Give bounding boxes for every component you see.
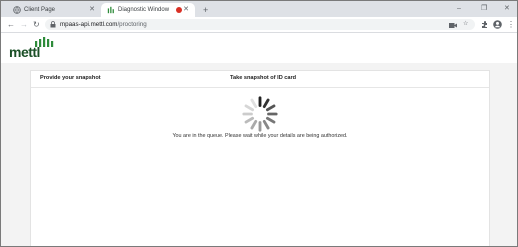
- mettl-logo: mettl: [9, 37, 54, 60]
- browser-window: Client Page ✕ Diagnostic Window ✕ + – ❐ …: [0, 0, 518, 247]
- tab-close-icon[interactable]: ✕: [89, 3, 95, 17]
- site-header: mettl: [1, 33, 517, 63]
- queue-status-message: You are in the queue. Please wait while …: [172, 133, 348, 139]
- new-tab-button[interactable]: +: [203, 3, 208, 17]
- reload-button[interactable]: ↻: [33, 17, 40, 32]
- logo-bars-icon: [35, 37, 54, 47]
- extensions-icon[interactable]: [481, 21, 488, 28]
- lock-icon: [50, 21, 56, 28]
- globe-icon: [13, 6, 21, 14]
- id-card-snapshot-heading: Take snapshot of ID card: [230, 75, 297, 81]
- url-text: mpaas-api.mettl.com/proctoring: [60, 19, 147, 30]
- tab-strip: Client Page ✕ Diagnostic Window ✕ + – ❐ …: [1, 1, 517, 17]
- camera-icon[interactable]: [449, 21, 457, 30]
- tab-title: Diagnostic Window: [118, 7, 170, 13]
- url-path: /proctoring: [117, 21, 147, 28]
- snapshot-card: Provide your snapshot Take snapshot of I…: [30, 70, 490, 246]
- profile-icon[interactable]: [493, 20, 502, 29]
- forward-button[interactable]: →: [20, 17, 28, 32]
- tab-diagnostic-window[interactable]: Diagnostic Window ✕: [101, 3, 195, 17]
- minimize-button[interactable]: –: [457, 1, 461, 17]
- back-button[interactable]: ←: [7, 17, 15, 32]
- recording-indicator-icon: [176, 7, 182, 13]
- page-content: mettl Provide your snapshot Take snapsho…: [1, 33, 517, 246]
- url-host: mpaas-api.mettl.com: [60, 21, 118, 28]
- loading-spinner-icon: [242, 96, 278, 132]
- tab-title: Client Page: [24, 7, 56, 13]
- tab-close-icon[interactable]: ✕: [183, 3, 189, 17]
- restore-button[interactable]: ❐: [481, 1, 487, 17]
- card-header: Provide your snapshot Take snapshot of I…: [31, 71, 489, 88]
- menu-icon[interactable]: ⋮: [507, 17, 515, 32]
- window-close-button[interactable]: ✕: [504, 1, 510, 17]
- mettl-favicon-icon: [107, 6, 114, 14]
- tab-client-page[interactable]: Client Page ✕: [7, 3, 101, 17]
- browser-toolbar: ← → ↻ mpaas-api.mettl.com/proctoring ☆ ⋮: [1, 17, 517, 33]
- provide-snapshot-heading: Provide your snapshot: [40, 75, 101, 81]
- address-bar[interactable]: mpaas-api.mettl.com/proctoring ☆: [45, 19, 475, 30]
- star-icon[interactable]: ☆: [463, 20, 468, 29]
